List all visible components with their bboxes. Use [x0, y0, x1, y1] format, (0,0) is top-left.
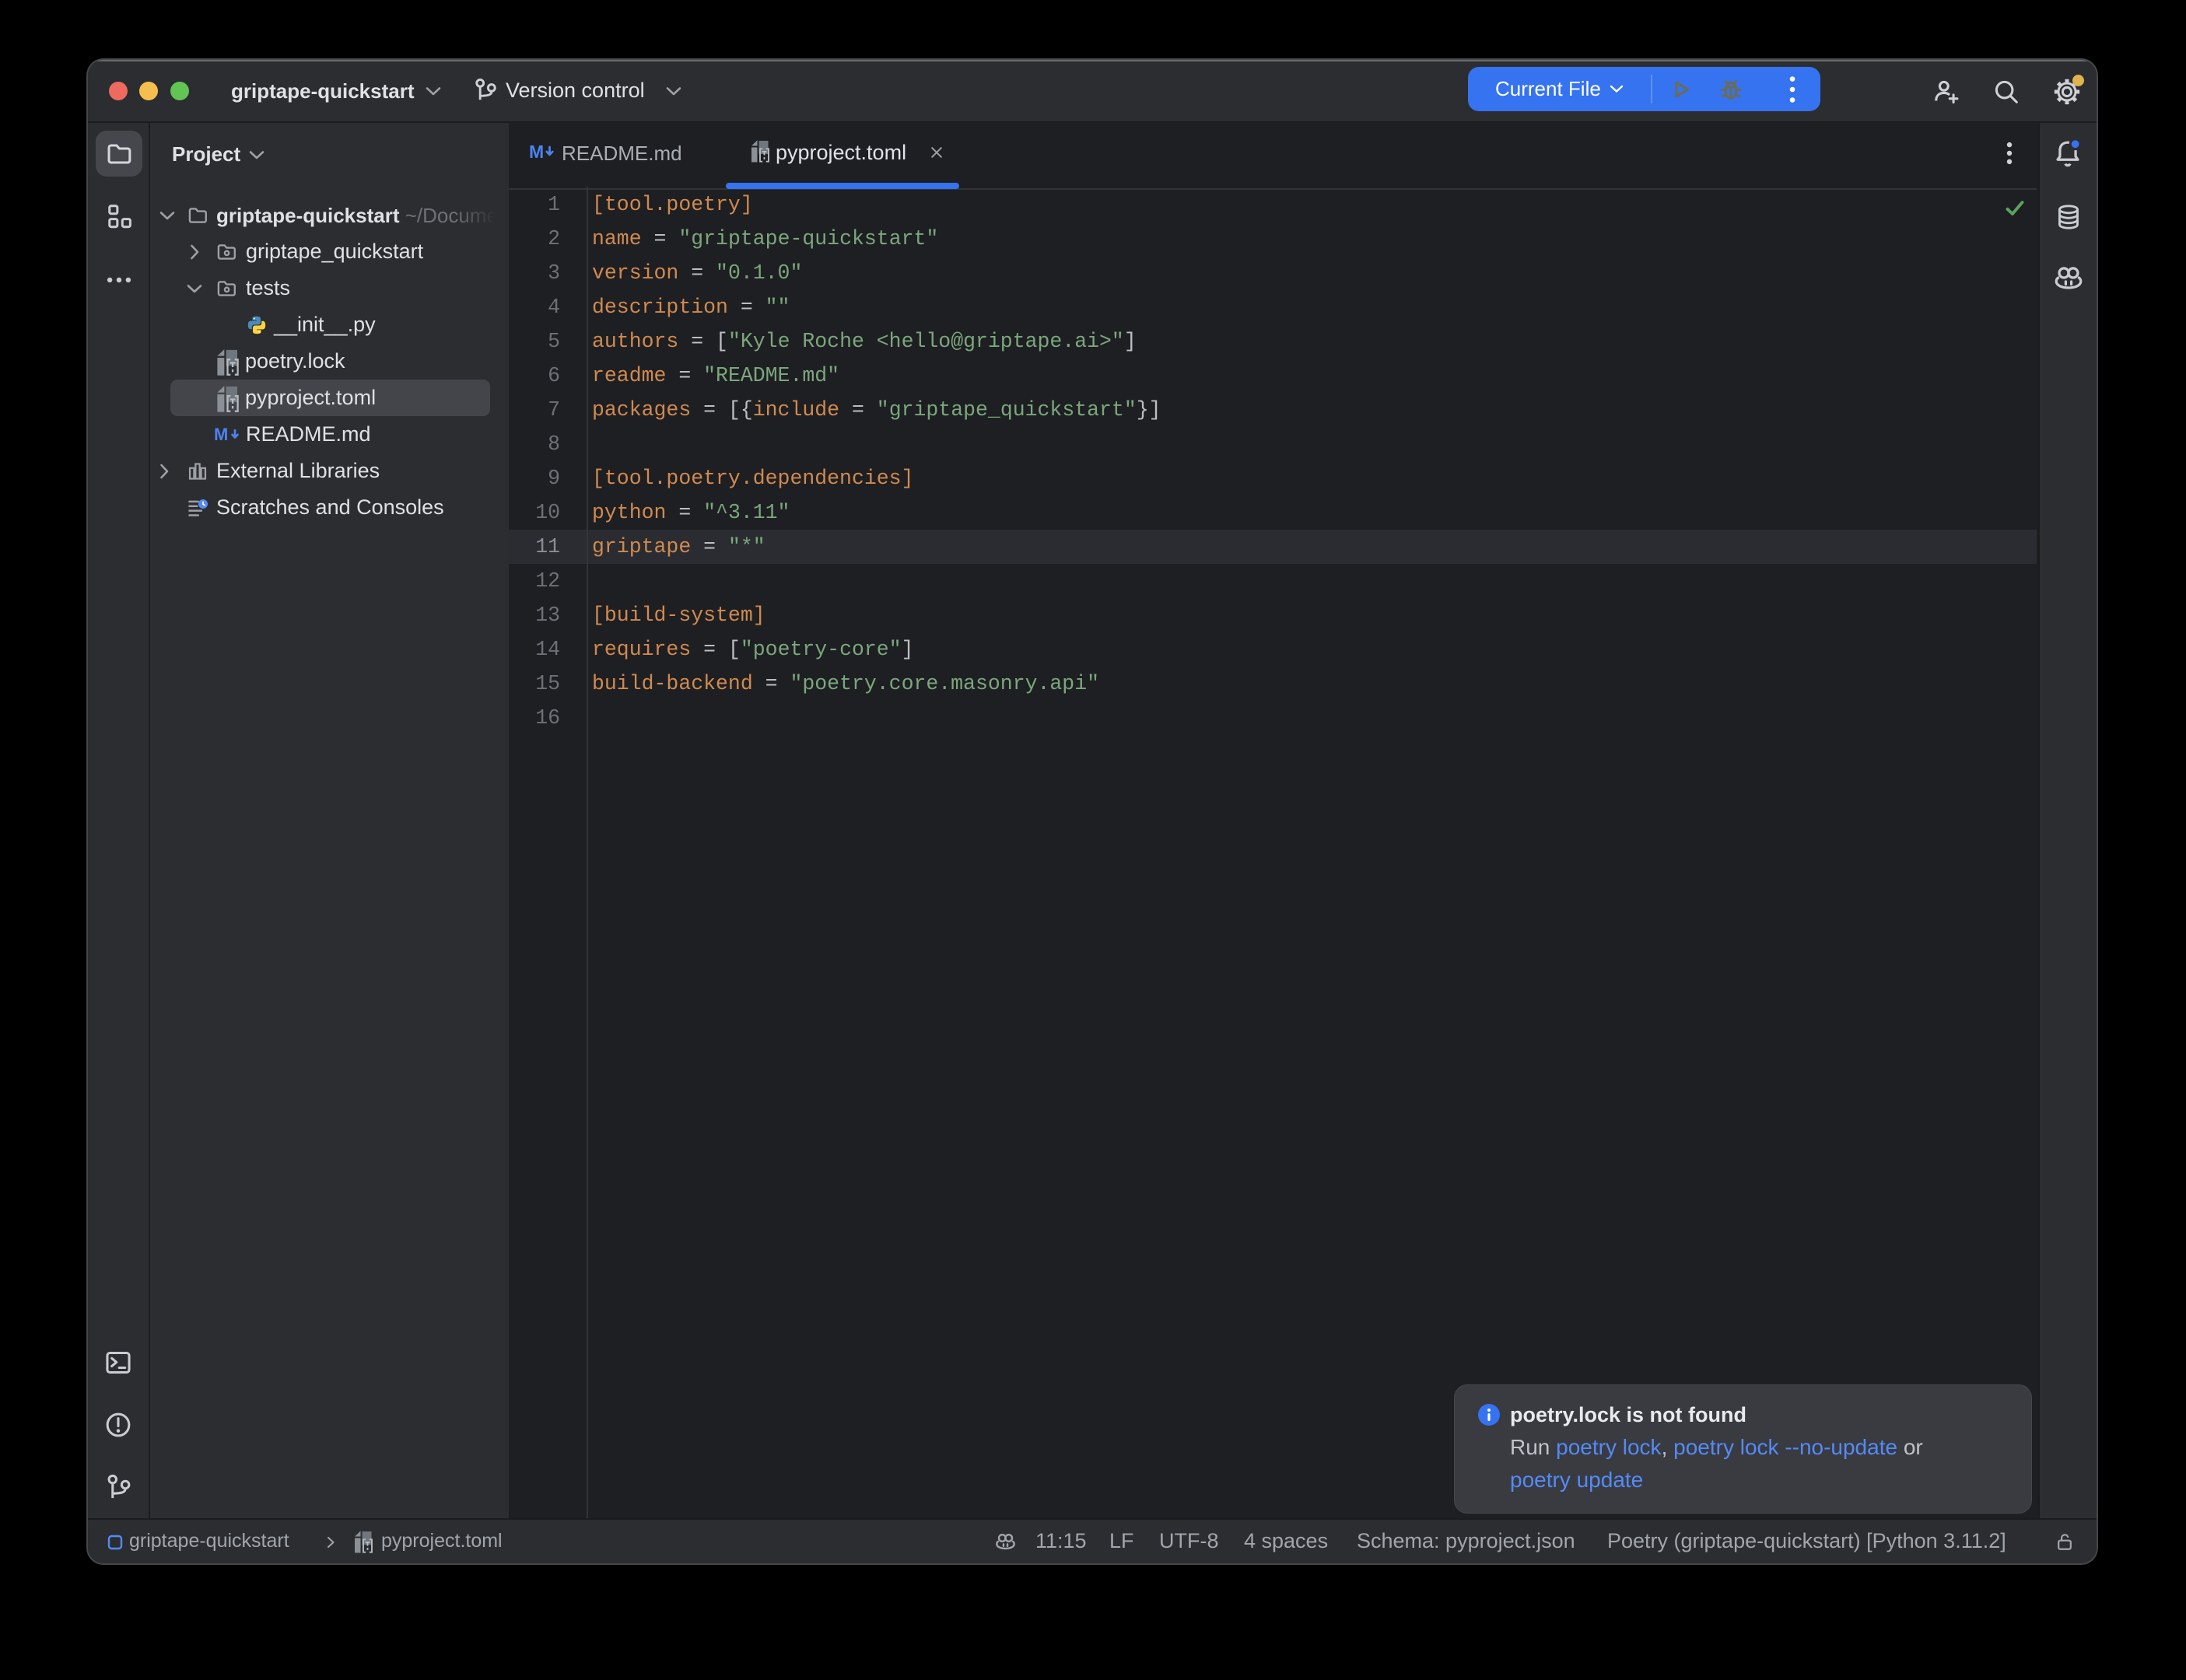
svg-text:M: M: [214, 425, 228, 444]
svg-text:M: M: [529, 142, 544, 162]
